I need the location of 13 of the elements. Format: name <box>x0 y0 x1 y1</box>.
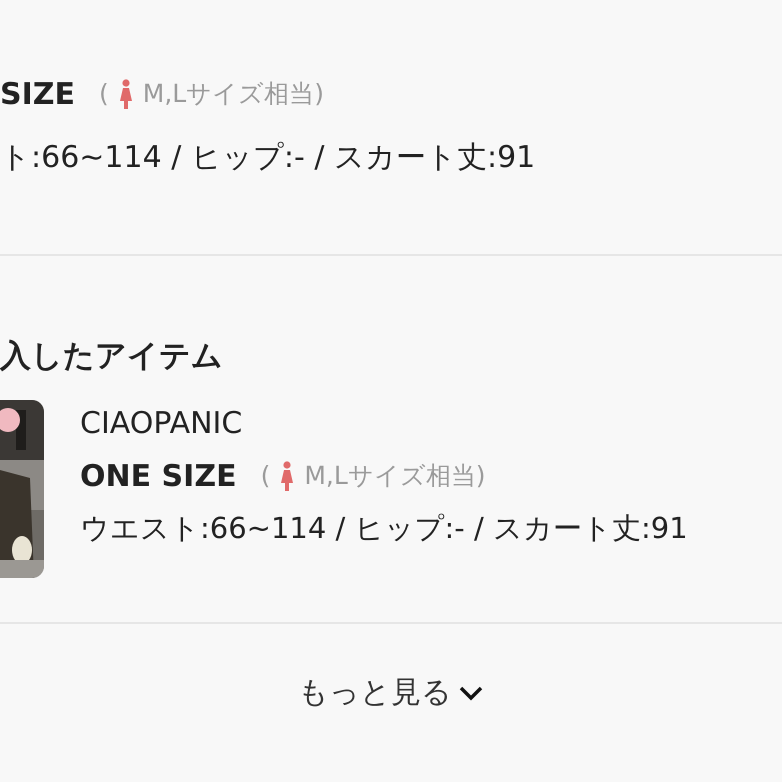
brand-name: CIAOPANIC <box>80 405 244 443</box>
size-label: SIZE <box>0 76 76 114</box>
size-label: ONE SIZE <box>80 458 237 496</box>
size-note: M,Lサイズ相当) <box>142 78 324 110</box>
measurements-text: ト:66~114 / ヒップ:- / スカート丈:91 <box>0 139 536 177</box>
woman-figure-icon <box>118 79 133 109</box>
show-more-button[interactable]: もっと見る <box>298 670 484 715</box>
measurements-text: ウエスト:66~114 / ヒップ:- / スカート丈:91 <box>80 510 688 547</box>
woman-figure-icon <box>280 461 294 491</box>
chevron-down-icon <box>458 684 484 700</box>
size-note: M,Lサイズ相当) <box>304 460 486 492</box>
paren-text: ( <box>260 460 270 492</box>
paren-text: ( <box>99 78 109 110</box>
